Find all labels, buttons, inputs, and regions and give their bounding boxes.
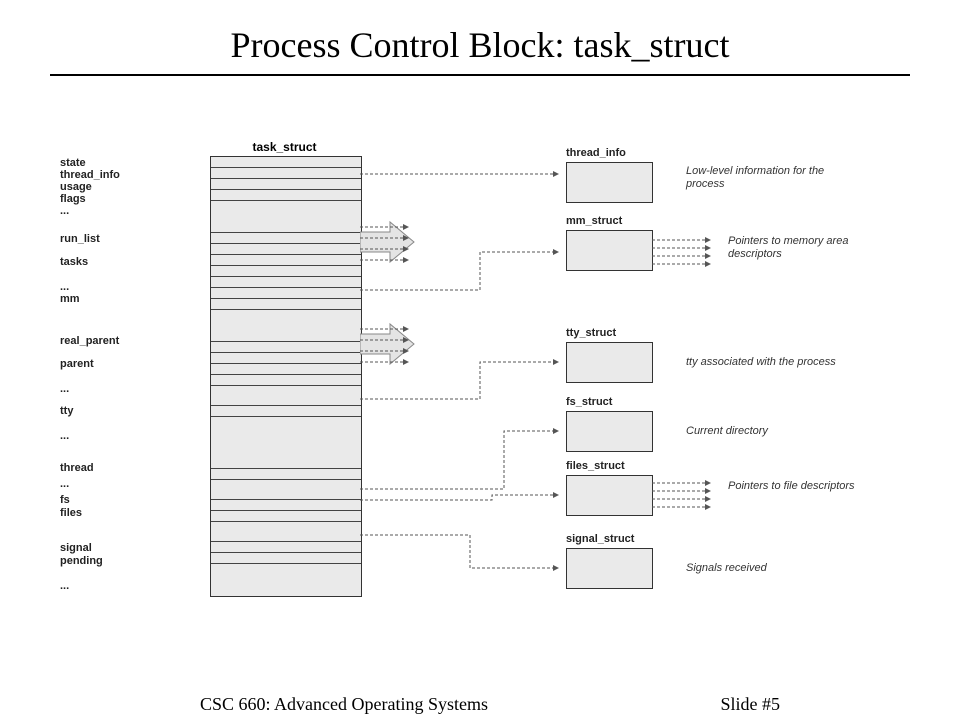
ext-label-files: files_struct	[566, 460, 625, 472]
ext-box-tty	[566, 342, 653, 383]
footer-slide: Slide #5	[720, 694, 780, 715]
field-usage: usage	[60, 182, 92, 194]
field-tty: tty	[60, 406, 73, 418]
row-flags	[211, 190, 361, 201]
page-title: Process Control Block: task_struct	[0, 0, 960, 66]
field-files: files	[60, 508, 82, 520]
row-gap2	[211, 310, 361, 342]
ext-label-tty: tty_struct	[566, 327, 616, 339]
row-tty	[211, 406, 361, 417]
row-parent-1	[211, 364, 361, 375]
row-real-parent-1	[211, 342, 361, 353]
ext-label-signal: signal_struct	[566, 533, 634, 545]
field-fs: fs	[60, 495, 70, 507]
row-mm-1	[211, 288, 361, 299]
field-run-list: run_list	[60, 234, 100, 246]
block-arrow-icon	[360, 220, 415, 264]
row-parent-2	[211, 375, 361, 386]
row-dots2	[211, 277, 361, 288]
field-real-parent: real_parent	[60, 336, 119, 348]
ext-label-mm: mm_struct	[566, 215, 622, 227]
row-gap6	[211, 522, 361, 542]
row-gap5	[211, 480, 361, 500]
ext-label-thread-info: thread_info	[566, 147, 626, 159]
ext-desc-thread-info: Low-level information for the process	[686, 165, 846, 190]
field-dots6: ...	[60, 581, 69, 593]
field-dots4: ...	[60, 431, 69, 443]
row-signal	[211, 542, 361, 553]
task-struct-box	[210, 156, 362, 597]
struct-title: task_struct	[222, 140, 347, 154]
ext-desc-fs: Current directory	[686, 425, 846, 438]
block-arrow-icon	[360, 322, 415, 366]
row-run-list-1	[211, 233, 361, 244]
ext-box-signal	[566, 548, 653, 589]
field-tasks: tasks	[60, 257, 88, 269]
row-files	[211, 511, 361, 522]
row-tasks-2	[211, 266, 361, 277]
row-thread	[211, 469, 361, 480]
ext-label-fs: fs_struct	[566, 396, 612, 408]
title-rule	[50, 74, 910, 76]
field-flags: flags	[60, 194, 86, 206]
row-pending	[211, 553, 361, 564]
row-gap1	[211, 201, 361, 233]
row-tasks-1	[211, 255, 361, 266]
row-fs	[211, 500, 361, 511]
field-parent: parent	[60, 359, 94, 371]
row-thread-info	[211, 168, 361, 179]
field-mm: mm	[60, 294, 80, 306]
ext-box-files	[566, 475, 653, 516]
field-thread-info: thread_info	[60, 170, 120, 182]
row-gap3	[211, 386, 361, 406]
field-signal: signal	[60, 543, 92, 555]
field-state: state	[60, 158, 86, 170]
field-dots3: ...	[60, 384, 69, 396]
ext-desc-files: Pointers to file descriptors	[728, 480, 878, 493]
row-run-list-2	[211, 244, 361, 255]
ext-desc-mm: Pointers to memory area descriptors	[728, 235, 878, 260]
row-gap4	[211, 417, 361, 469]
ext-box-fs	[566, 411, 653, 452]
row-real-parent-2	[211, 353, 361, 364]
ext-desc-tty: tty associated with the process	[686, 356, 896, 369]
ext-desc-signal: Signals received	[686, 562, 846, 575]
field-dots2: ...	[60, 282, 69, 294]
field-thread: thread	[60, 463, 94, 475]
ext-box-thread-info	[566, 162, 653, 203]
field-dots5: ...	[60, 479, 69, 491]
row-usage	[211, 179, 361, 190]
row-mm-2	[211, 299, 361, 310]
diagram: task_struct state thread_info usage flag…	[60, 140, 900, 640]
field-dots1: ...	[60, 206, 69, 218]
field-pending: pending	[60, 556, 103, 568]
row-state	[211, 157, 361, 168]
row-gap7	[211, 564, 361, 596]
footer-course: CSC 660: Advanced Operating Systems	[200, 694, 488, 715]
ext-box-mm	[566, 230, 653, 271]
